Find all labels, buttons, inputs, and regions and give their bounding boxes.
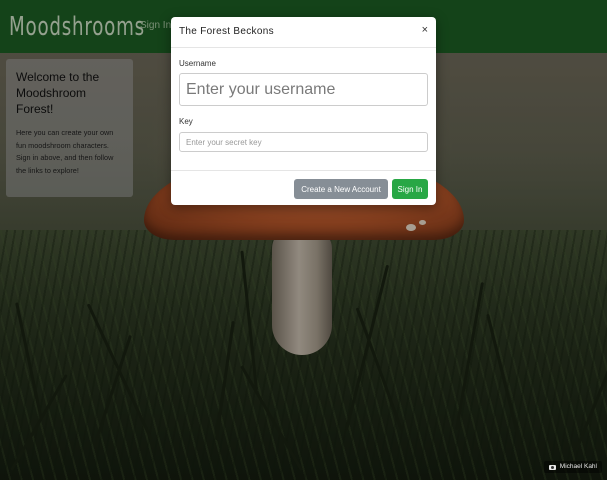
key-input[interactable]	[179, 132, 428, 152]
modal-body: Username Key	[171, 48, 436, 169]
modal-title: The Forest Beckons	[179, 26, 274, 37]
camera-icon	[548, 464, 556, 470]
close-icon[interactable]: ×	[422, 25, 428, 36]
sign-in-button[interactable]: Sign In	[392, 179, 428, 199]
photo-credit[interactable]: Michael Kahl	[543, 461, 602, 473]
modal-footer: Create a New Account Sign In	[171, 170, 436, 205]
username-input[interactable]	[179, 73, 428, 106]
create-account-button[interactable]: Create a New Account	[294, 179, 388, 199]
key-label: Key	[179, 117, 193, 126]
modal-header: The Forest Beckons ×	[171, 17, 436, 48]
photo-credit-text: Michael Kahl	[559, 463, 597, 470]
sign-in-modal: The Forest Beckons × Username Key Create…	[171, 17, 436, 205]
username-label: Username	[179, 59, 216, 68]
